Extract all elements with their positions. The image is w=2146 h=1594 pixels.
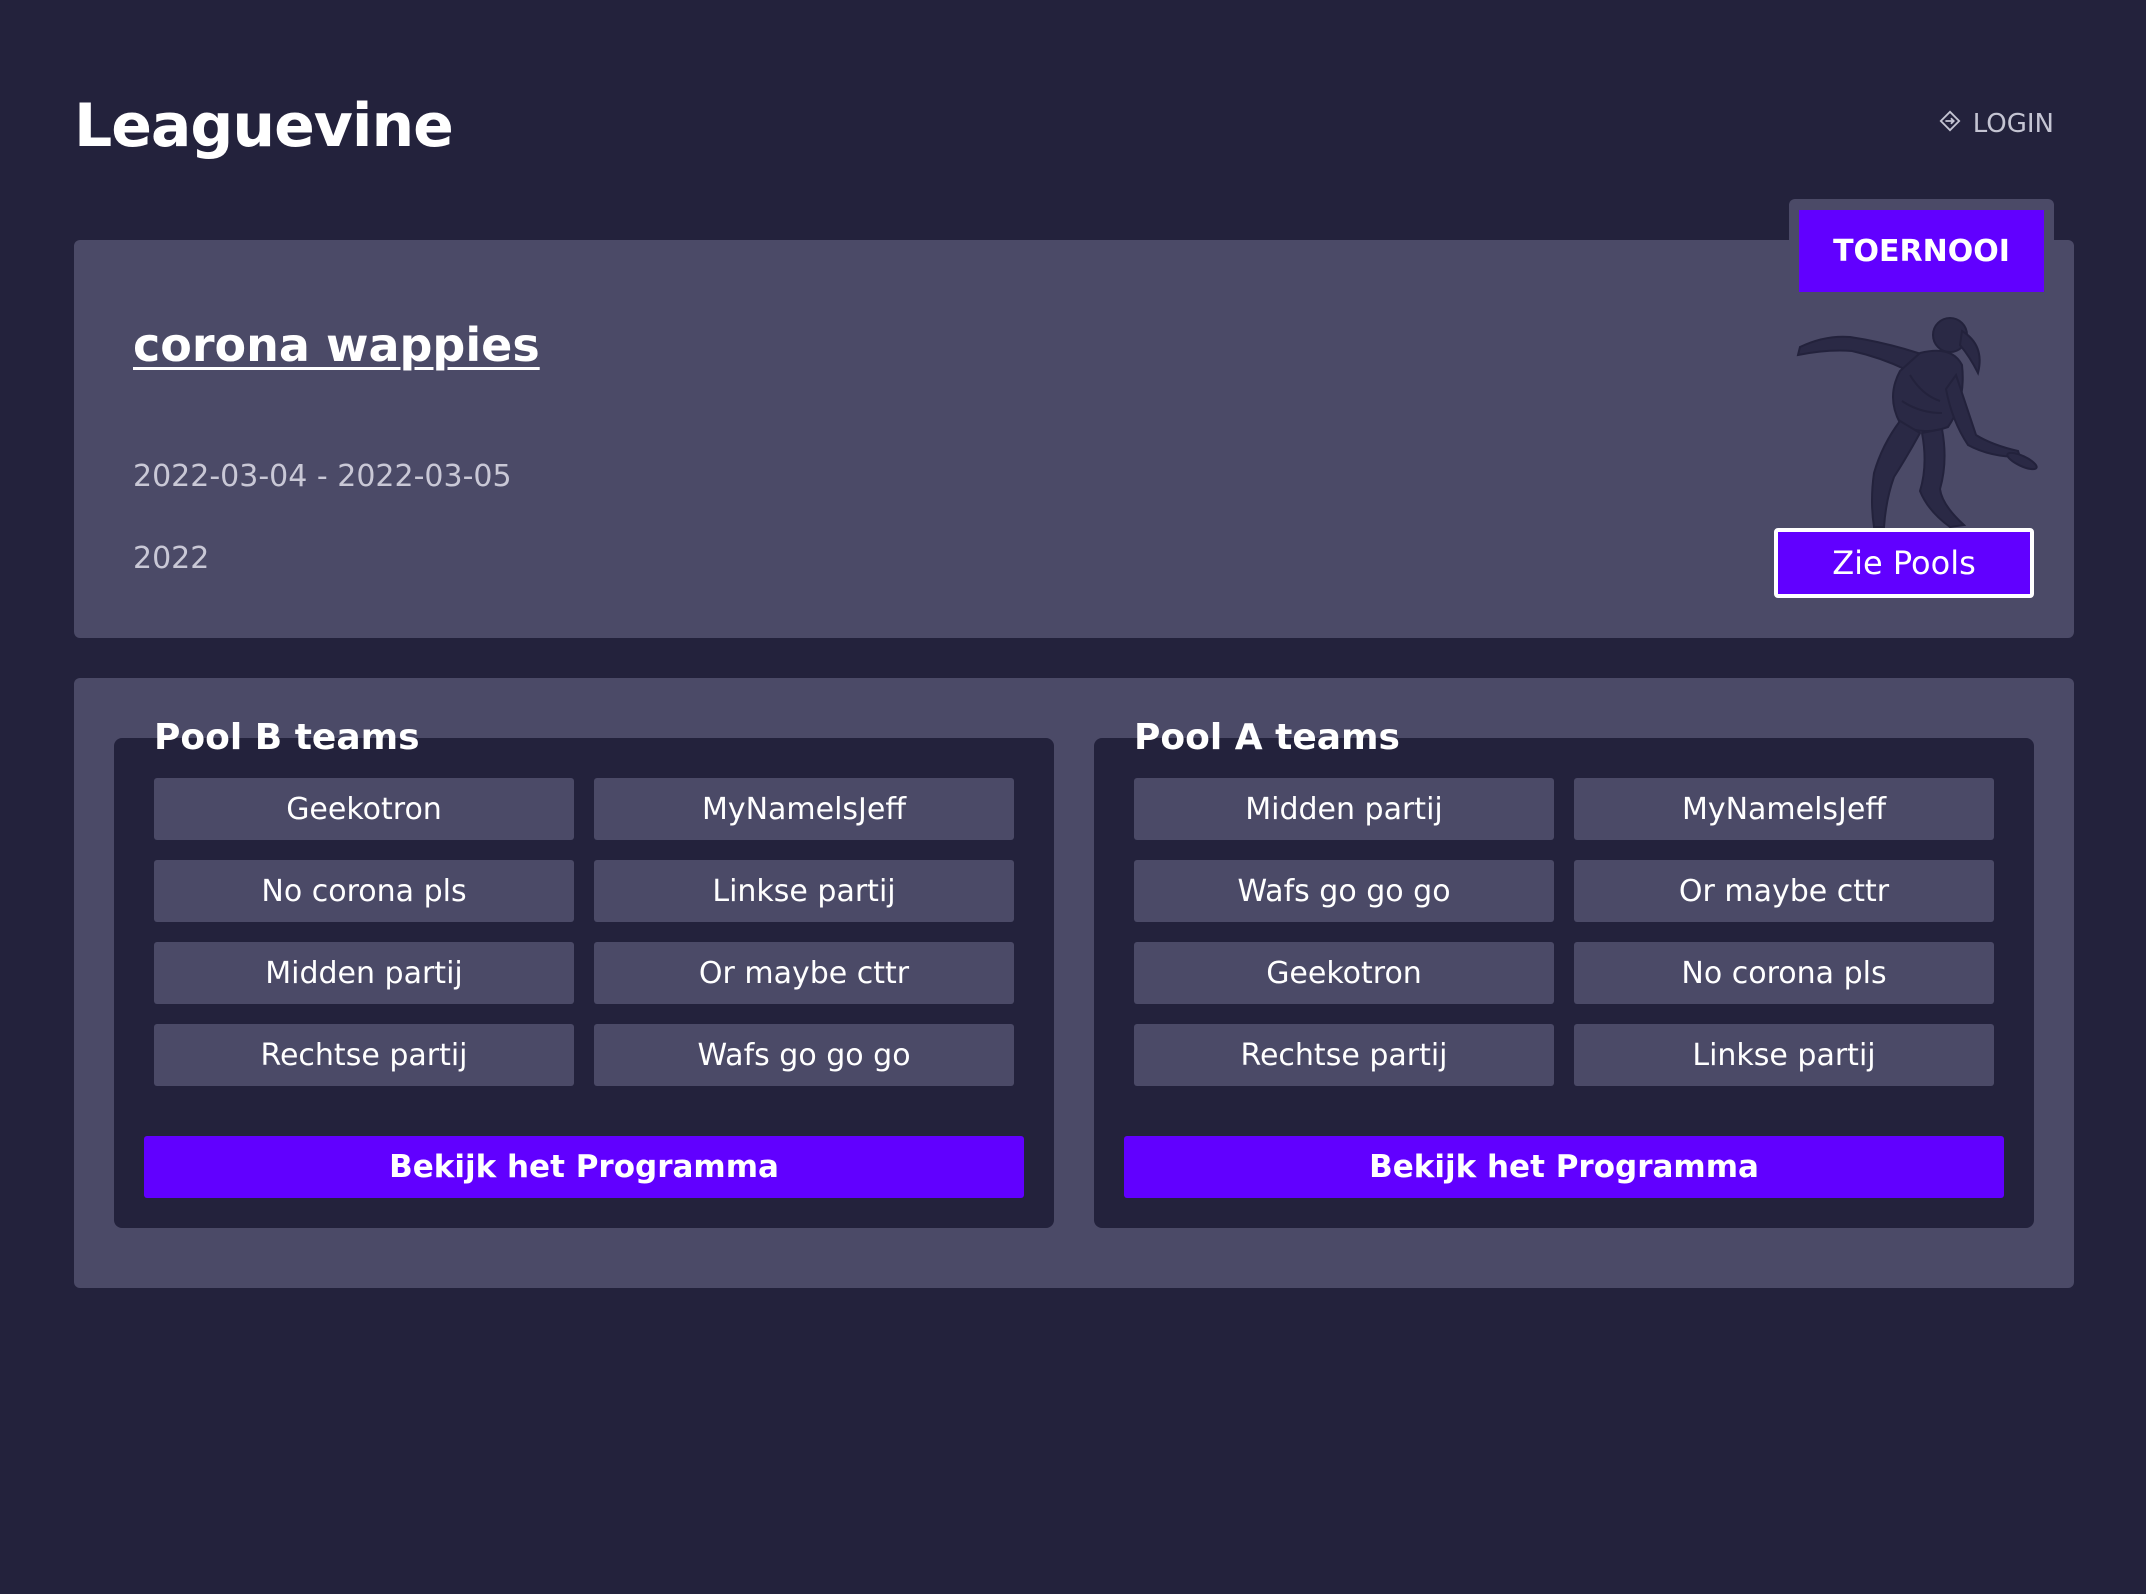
pool-b-team[interactable]: Linkse partij: [594, 860, 1014, 922]
pool-a-team[interactable]: Or maybe cttr: [1574, 860, 1994, 922]
pool-a-team[interactable]: Linkse partij: [1574, 1024, 1994, 1086]
pool-a-team[interactable]: Rechtse partij: [1134, 1024, 1554, 1086]
pool-b-team[interactable]: Or maybe cttr: [594, 942, 1014, 1004]
pool-a-schedule-button[interactable]: Bekijk het Programma: [1124, 1136, 2004, 1198]
pool-a-team[interactable]: Midden partij: [1134, 778, 1554, 840]
pool-b-team[interactable]: No corona pls: [154, 860, 574, 922]
pool-b-heading: Pool B teams: [154, 717, 420, 758]
site-logo[interactable]: Leaguevine: [74, 86, 454, 166]
login-link[interactable]: LOGIN: [1939, 104, 2054, 144]
pool-b-team[interactable]: Rechtse partij: [154, 1024, 574, 1086]
login-label: LOGIN: [1972, 109, 2054, 139]
tournament-title-link[interactable]: corona wappies: [133, 314, 540, 376]
page: Leaguevine LOGIN TOERNOOI corona wappies…: [0, 0, 2146, 1594]
tournament-year: 2022: [133, 541, 210, 576]
tournament-badge: TOERNOOI: [1799, 210, 2044, 292]
see-pools-button[interactable]: Zie Pools: [1774, 528, 2034, 598]
pool-b-team[interactable]: Midden partij: [154, 942, 574, 1004]
pool-b-team[interactable]: MyNamelsJeff: [594, 778, 1014, 840]
pool-a-team[interactable]: Wafs go go go: [1134, 860, 1554, 922]
login-icon: [1939, 104, 1961, 144]
pool-b-schedule-button[interactable]: Bekijk het Programma: [144, 1136, 1024, 1198]
ultimate-player-illustration: [1770, 305, 2040, 535]
pool-b-team[interactable]: Geekotron: [154, 778, 574, 840]
pool-a-team[interactable]: MyNamelsJeff: [1574, 778, 1994, 840]
tournament-dates: 2022-03-04 - 2022-03-05: [133, 459, 512, 494]
pool-a-heading: Pool A teams: [1134, 717, 1400, 758]
pool-a-team[interactable]: No corona pls: [1574, 942, 1994, 1004]
pool-b-team[interactable]: Wafs go go go: [594, 1024, 1014, 1086]
pool-a-team[interactable]: Geekotron: [1134, 942, 1554, 1004]
